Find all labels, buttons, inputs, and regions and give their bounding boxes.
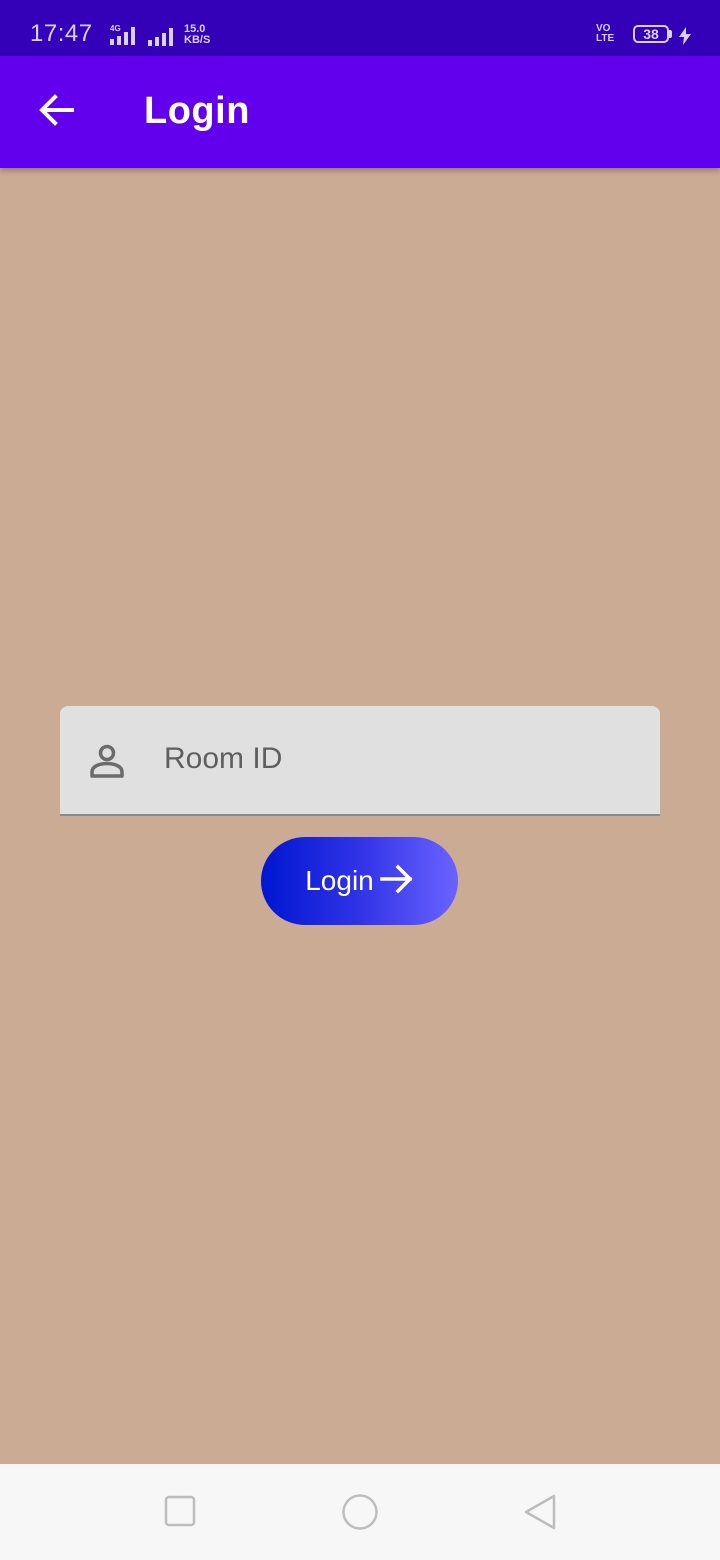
- svg-text:4G: 4G: [110, 24, 121, 33]
- navigation-bar: [0, 1464, 720, 1560]
- signal-icon: [146, 26, 178, 51]
- net-speed: 15.0 KB/S: [184, 24, 210, 46]
- login-button[interactable]: Login: [261, 837, 458, 925]
- volte-bottom: LTE: [596, 33, 615, 44]
- room-id-field[interactable]: Room ID: [60, 706, 660, 816]
- arrow-right-icon: [380, 864, 414, 899]
- charging-bolt-icon: [678, 27, 692, 50]
- home-circle-icon[interactable]: [341, 1493, 379, 1536]
- battery-tip: [669, 30, 672, 38]
- app-bar: Login: [0, 56, 720, 168]
- volte-icon: VO LTE: [596, 24, 614, 44]
- status-time: 17:47: [30, 20, 93, 47]
- room-id-placeholder: Room ID: [164, 742, 283, 775]
- battery-level: 38: [643, 26, 659, 42]
- person-icon: [88, 742, 126, 785]
- page-title: Login: [144, 90, 250, 132]
- status-bar: 17:47 4G 15.0 KB/S VO LTE 38: [0, 0, 720, 56]
- login-button-label: Login: [305, 865, 374, 896]
- recents-square-icon[interactable]: [164, 1495, 196, 1532]
- net-speed-unit: KB/S: [184, 34, 211, 46]
- battery-icon: 38: [633, 25, 669, 43]
- arrow-left-icon: [38, 93, 74, 131]
- back-button[interactable]: [28, 86, 84, 138]
- back-triangle-icon[interactable]: [522, 1493, 558, 1536]
- signal-4g-icon: 4G: [100, 24, 142, 51]
